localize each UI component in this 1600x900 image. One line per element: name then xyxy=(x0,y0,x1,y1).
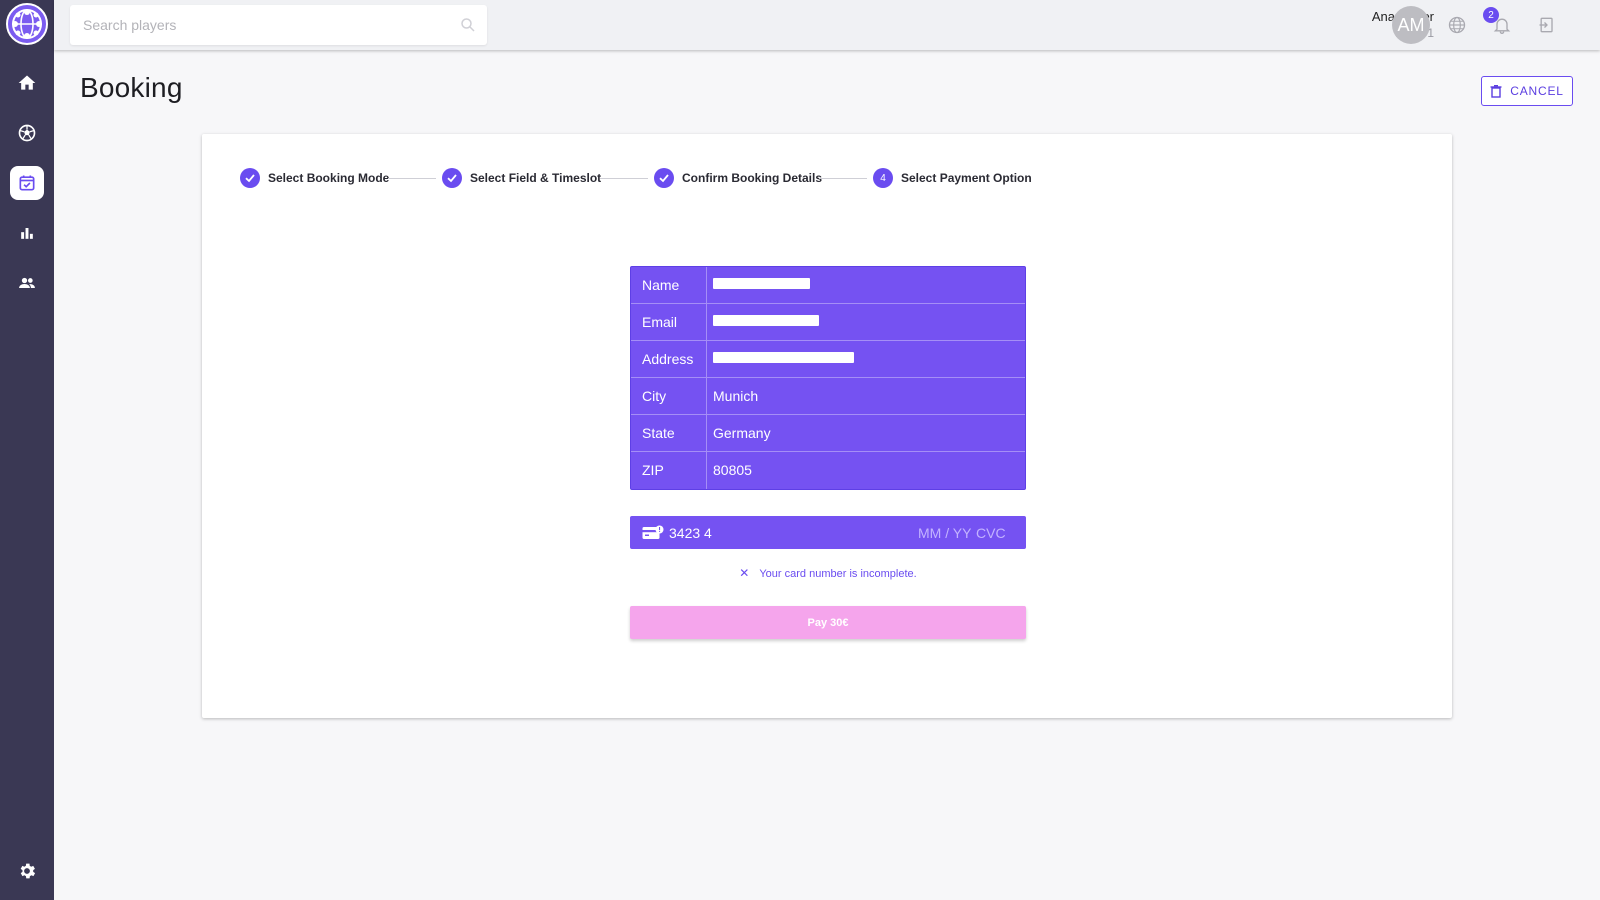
trash-icon xyxy=(1490,84,1502,98)
search-icon[interactable] xyxy=(459,16,477,34)
row-value: Munich xyxy=(713,388,759,404)
row-label: Address xyxy=(642,351,694,367)
step-select-payment-option[interactable]: 4 Select Payment Option xyxy=(873,168,1032,188)
card-number-input[interactable]: 3423 4 xyxy=(669,525,712,541)
cancel-button[interactable]: CANCEL xyxy=(1481,76,1573,106)
step-label: Confirm Booking Details xyxy=(682,171,823,185)
step-select-booking-mode[interactable]: Select Booking Mode xyxy=(240,168,389,188)
step-confirm-booking-details[interactable]: Confirm Booking Details xyxy=(654,168,822,188)
step-complete-icon xyxy=(654,168,674,188)
sidebar-item-fields[interactable] xyxy=(10,116,44,150)
table-row: ZIP 80805 xyxy=(631,452,1025,489)
sidebar-item-stats[interactable] xyxy=(10,216,44,250)
globe-logo-icon xyxy=(12,9,42,39)
topbar: Ana Muller Level 1 AM 2 xyxy=(54,0,1600,50)
table-row: Name xyxy=(631,267,1025,304)
logout-button[interactable] xyxy=(1536,14,1558,36)
home-icon xyxy=(18,75,36,90)
pay-button[interactable]: Pay 30€ xyxy=(630,606,1026,639)
card-input-field[interactable]: 3423 4 MM / YY CVC xyxy=(630,516,1026,549)
table-row: Email xyxy=(631,304,1025,341)
app-logo[interactable] xyxy=(6,3,48,45)
card-expiry-input[interactable]: MM / YY xyxy=(918,525,971,541)
step-label: Select Booking Mode xyxy=(268,171,390,185)
row-label: Email xyxy=(642,314,678,330)
step-complete-icon xyxy=(442,168,462,188)
bar-chart-icon xyxy=(21,228,33,239)
card-error-message: ✕ Your card number is incomplete. xyxy=(630,566,1026,580)
redacted-value xyxy=(713,278,810,289)
table-row: State Germany xyxy=(631,415,1025,452)
cancel-button-label: CANCEL xyxy=(1510,84,1564,98)
row-label: Name xyxy=(642,277,680,293)
gear-icon xyxy=(20,863,36,879)
calendar-check-icon xyxy=(19,175,35,191)
error-x-icon: ✕ xyxy=(739,566,750,580)
logout-icon xyxy=(1539,17,1553,33)
billing-details-table: Name Email Address City Munich State Ger… xyxy=(630,266,1026,490)
avatar[interactable]: AM xyxy=(1392,6,1430,44)
card-cvc-input[interactable]: CVC xyxy=(976,525,1006,541)
soccer-ball-icon xyxy=(18,124,36,142)
row-label: ZIP xyxy=(642,462,664,478)
step-select-field-timeslot[interactable]: Select Field & Timeslot xyxy=(442,168,601,188)
table-row: City Munich xyxy=(631,378,1025,415)
booking-card: Select Booking Mode Select Field & Times… xyxy=(202,134,1452,718)
row-label: State xyxy=(642,425,675,441)
row-value: 80805 xyxy=(713,462,752,478)
step-connector xyxy=(388,178,436,179)
search-input[interactable] xyxy=(70,5,487,45)
row-label: City xyxy=(642,388,667,404)
globe-icon xyxy=(1448,16,1466,34)
step-number: 4 xyxy=(873,168,893,188)
step-connector xyxy=(600,178,648,179)
row-value: Germany xyxy=(713,425,771,441)
notification-badge: 2 xyxy=(1483,7,1499,23)
redacted-value xyxy=(713,315,819,326)
sidebar xyxy=(0,0,54,900)
sidebar-item-settings[interactable] xyxy=(10,854,44,888)
group-icon xyxy=(19,277,35,288)
step-label: Select Field & Timeslot xyxy=(470,171,602,185)
step-connector xyxy=(819,178,867,179)
sidebar-item-bookings[interactable] xyxy=(10,166,44,200)
redacted-value xyxy=(713,352,854,363)
step-complete-icon xyxy=(240,168,260,188)
error-text: Your card number is incomplete. xyxy=(759,568,917,580)
language-button[interactable] xyxy=(1446,14,1468,36)
credit-card-error-icon xyxy=(642,525,664,539)
search-box xyxy=(70,5,487,45)
page-title: Booking xyxy=(80,72,183,103)
sidebar-item-home[interactable] xyxy=(10,66,44,100)
table-row: Address xyxy=(631,341,1025,378)
sidebar-item-players[interactable] xyxy=(10,266,44,300)
step-label: Select Payment Option xyxy=(901,171,1032,185)
